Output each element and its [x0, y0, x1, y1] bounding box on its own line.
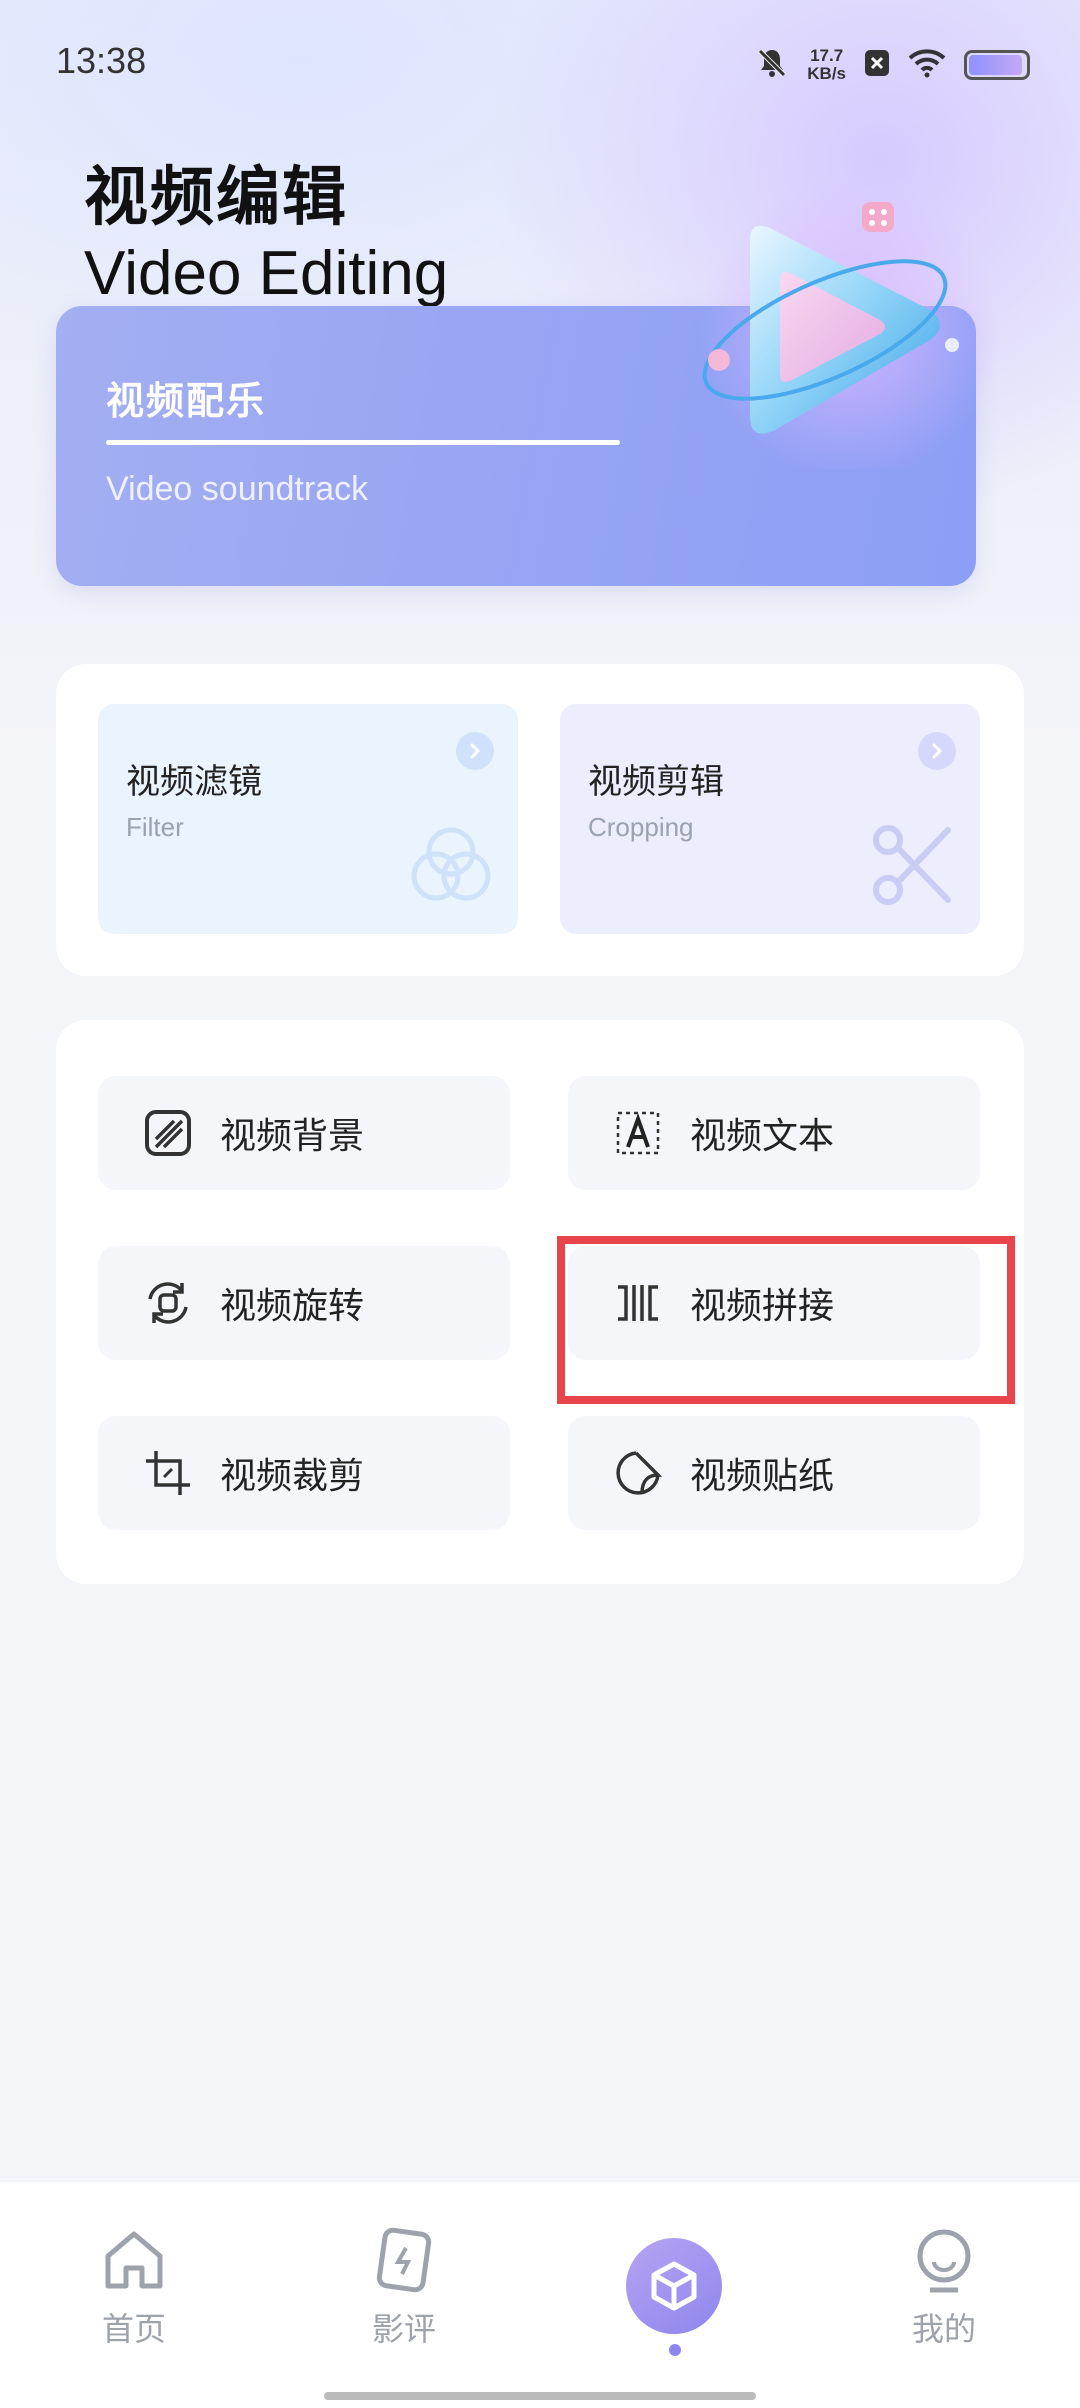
video-rotate-button[interactable]: 视频旋转: [98, 1246, 510, 1360]
video-filter-card[interactable]: 视频滤镜 Filter: [98, 704, 518, 934]
home-indicator[interactable]: [324, 2392, 756, 2400]
status-time: 13:38: [56, 40, 147, 81]
video-background-button[interactable]: 视频背景: [98, 1076, 510, 1190]
chevron-right-icon: [918, 732, 956, 770]
net-speed-value: 17.7: [810, 46, 844, 65]
feature-subtitle: Cropping: [588, 812, 694, 842]
page-title: 视频编辑: [84, 161, 348, 235]
background-icon: [138, 1103, 198, 1163]
tool-label: 视频裁剪: [220, 1456, 365, 1497]
video-sticker-button[interactable]: 视频贴纸: [568, 1416, 980, 1530]
nav-review[interactable]: 影评: [344, 2224, 464, 2350]
bell-mute-icon: [755, 46, 789, 84]
tool-label: 视频贴纸: [690, 1456, 835, 1497]
nav-label: 首页: [101, 2310, 166, 2348]
nav-mine[interactable]: 我的: [884, 2224, 1004, 2350]
feature-subtitle: Filter: [126, 812, 184, 842]
nav-edit[interactable]: [626, 2238, 722, 2334]
play-button-illustration-icon: [700, 180, 1000, 470]
rotate-icon: [138, 1273, 198, 1333]
home-icon: [105, 2231, 163, 2289]
wifi-icon: [908, 48, 946, 82]
filter-circles-icon: [411, 827, 491, 901]
cube-icon: [651, 2261, 697, 2311]
crop-icon: [138, 1443, 198, 1503]
banner-title: 视频配乐: [106, 379, 267, 423]
bottom-nav: 首页 影评 我的: [0, 2182, 1080, 2408]
video-crop-button[interactable]: 视频裁剪: [98, 1416, 510, 1530]
video-cropping-card[interactable]: 视频剪辑 Cropping: [560, 704, 980, 934]
video-text-button[interactable]: 视频文本: [568, 1076, 980, 1190]
page-title-english: Video Editing: [84, 239, 449, 308]
text-icon: [608, 1103, 668, 1163]
battery-icon: [964, 50, 1030, 80]
highlight-box: [557, 1236, 1015, 1404]
feature-title: 视频滤镜: [126, 762, 262, 802]
battery-fill: [969, 55, 1023, 75]
banner-subtitle: Video soundtrack: [106, 470, 369, 508]
net-speed: 17.7 KB/s: [807, 47, 846, 83]
review-card-icon: [376, 2227, 432, 2293]
banner-divider: [106, 440, 620, 445]
tool-label: 视频旋转: [220, 1286, 365, 1327]
close-box-icon: [864, 48, 890, 82]
chevron-right-icon: [456, 732, 494, 770]
feature-title: 视频剪辑: [588, 762, 724, 802]
nav-home[interactable]: 首页: [74, 2224, 194, 2350]
scissors-icon: [873, 825, 951, 905]
profile-icon: [917, 2229, 971, 2293]
tool-label: 视频文本: [690, 1116, 835, 1157]
tool-label: 视频背景: [220, 1116, 365, 1157]
status-icons: 17.7 KB/s: [755, 40, 1030, 90]
nav-label: 我的: [911, 2310, 976, 2348]
sticker-icon: [608, 1443, 668, 1503]
active-indicator-dot: [669, 2344, 681, 2356]
net-speed-unit: KB/s: [807, 64, 846, 83]
featured-tools-card: 视频滤镜 Filter 视频剪辑 Cropping: [56, 664, 1024, 976]
status-bar: 13:38 17.7 KB/s: [0, 0, 1080, 130]
nav-label: 影评: [371, 2310, 436, 2348]
